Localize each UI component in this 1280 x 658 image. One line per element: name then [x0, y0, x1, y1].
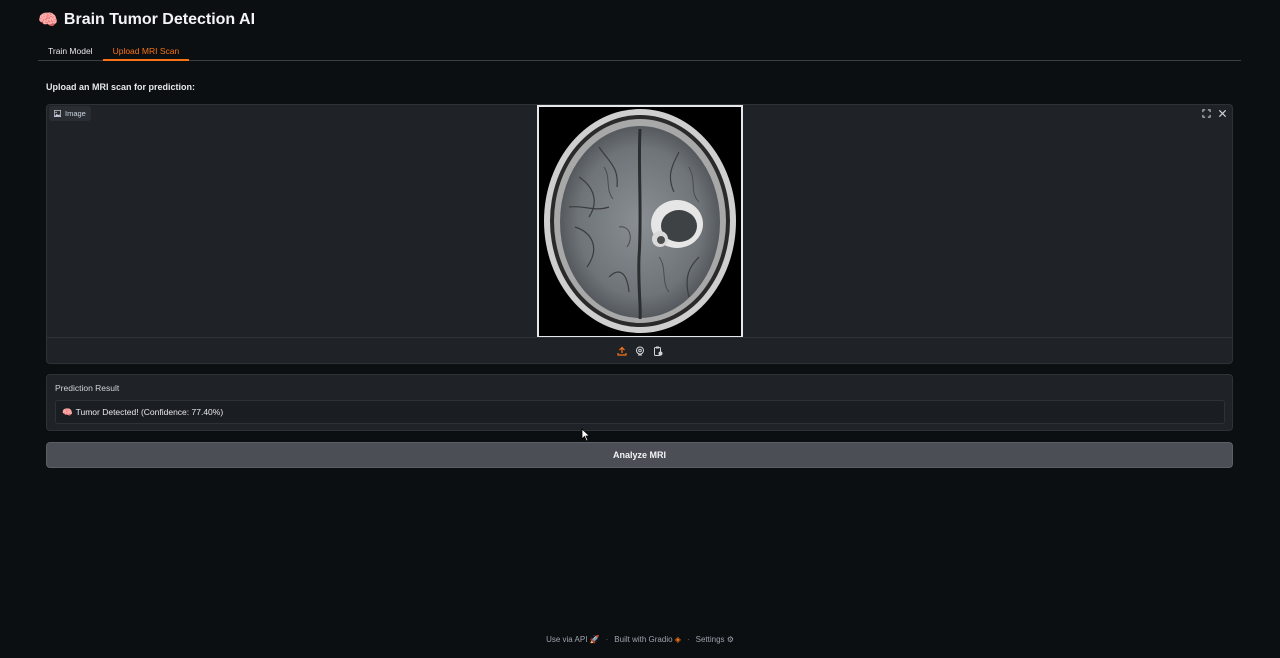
built-with-gradio-link[interactable]: Built with Gradio ◈ [614, 635, 681, 644]
analyze-mri-button[interactable]: Analyze MRI [46, 442, 1233, 468]
settings-link[interactable]: Settings ⚙ [696, 635, 734, 644]
tab-upload-mri-scan[interactable]: Upload MRI Scan [102, 40, 190, 61]
prediction-result-label: Prediction Result [55, 383, 120, 393]
page-footer: Use via API 🚀 · Built with Gradio ◈ · Se… [0, 635, 1280, 644]
footer-separator: · [686, 635, 690, 644]
use-via-api-text: Use via API [546, 635, 588, 644]
brain-emoji: 🧠 [62, 406, 73, 417]
mouse-cursor-icon [581, 428, 591, 442]
tab-train-model[interactable]: Train Model [38, 40, 103, 61]
footer-separator: · [605, 635, 609, 644]
gear-icon: ⚙ [726, 635, 734, 644]
fullscreen-icon[interactable] [1200, 107, 1212, 119]
brain-mri-illustration [539, 107, 741, 336]
built-with-gradio-text: Built with Gradio [614, 635, 673, 644]
image-upload-panel[interactable]: Image [46, 104, 1233, 364]
prediction-result-field[interactable]: 🧠 Tumor Detected! (Confidence: 77.40%) [55, 400, 1225, 424]
page-title-text: Brain Tumor Detection AI [63, 11, 256, 28]
close-icon[interactable] [1216, 107, 1228, 119]
mri-scan-image [537, 105, 743, 338]
use-via-api-link[interactable]: Use via API 🚀 [546, 635, 600, 644]
prediction-result-panel: Prediction Result 🧠 Tumor Detected! (Con… [46, 374, 1233, 431]
settings-text: Settings [695, 635, 725, 644]
image-label-text: Image [65, 109, 86, 118]
prediction-result-text: Tumor Detected! (Confidence: 77.40%) [75, 407, 224, 417]
brain-emoji: 🧠 [38, 12, 58, 29]
image-block-label: Image [49, 106, 91, 121]
image-icon [54, 110, 61, 117]
rocket-icon: 🚀 [589, 635, 600, 644]
tab-bar: Train Model Upload MRI Scan [38, 40, 1241, 61]
upload-section-label: Upload an MRI scan for prediction: [46, 82, 196, 92]
gradio-logo-icon: ◈ [674, 635, 681, 644]
image-source-toolbar [47, 337, 1232, 363]
clipboard-icon[interactable] [653, 346, 663, 356]
image-top-controls [1200, 107, 1228, 119]
upload-icon[interactable] [616, 346, 627, 356]
webcam-icon[interactable] [635, 346, 645, 356]
page-title: 🧠 Brain Tumor Detection AI [38, 10, 255, 30]
